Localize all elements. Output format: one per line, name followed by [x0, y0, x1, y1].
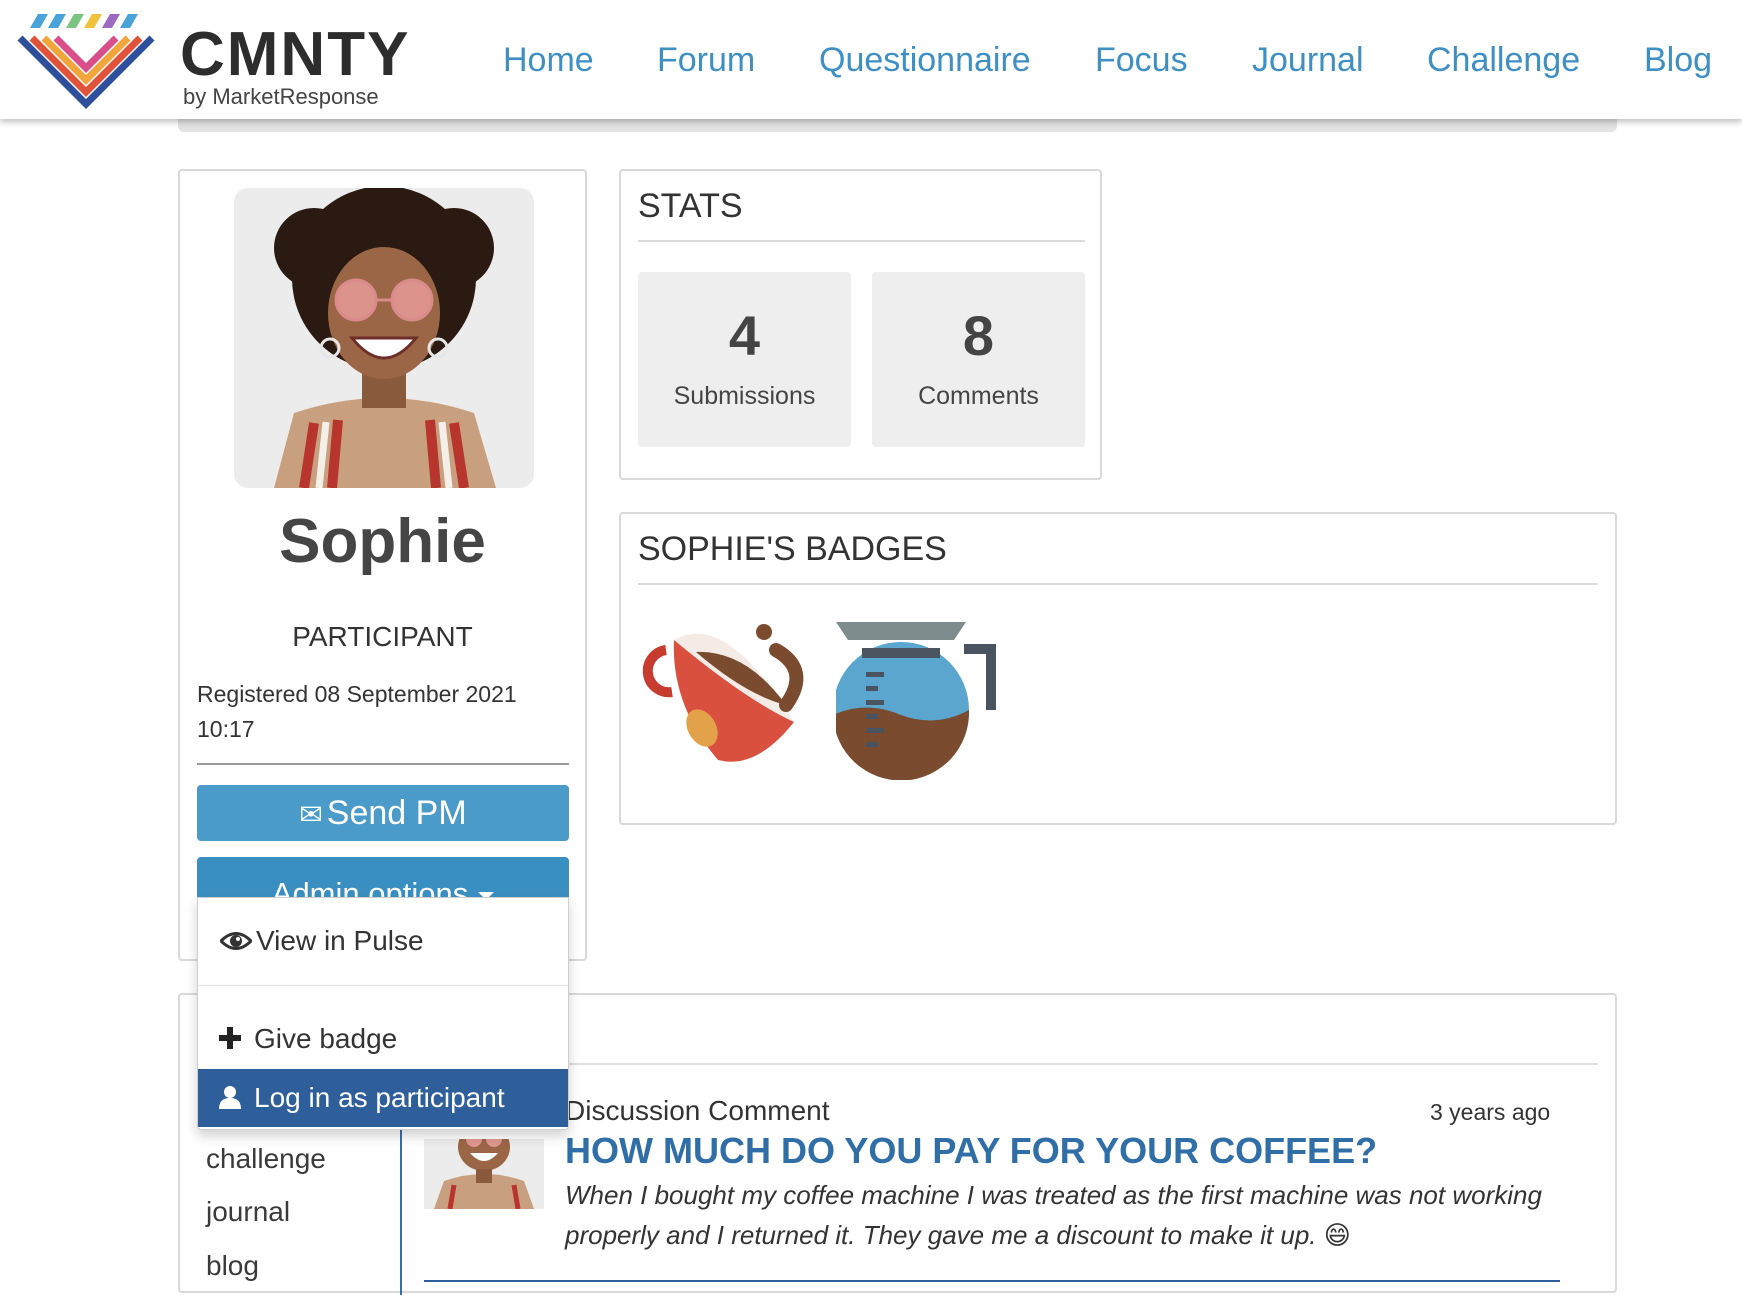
- badges-title-rule: [638, 583, 1598, 585]
- nav-questionnaire[interactable]: Questionnaire: [819, 36, 1031, 84]
- nav-blog[interactable]: Blog: [1644, 36, 1712, 84]
- coffee-pot-badge-icon[interactable]: [833, 610, 1006, 781]
- menu-item-give-badge[interactable]: Give badge: [198, 1014, 568, 1064]
- stats-card: STATS 4 Submissions 8 Comments: [619, 169, 1102, 480]
- activity-avatar: [424, 1139, 544, 1209]
- profile-role: PARTICIPANT: [292, 621, 473, 652]
- profile-photo: [234, 188, 534, 488]
- nav-forum[interactable]: Forum: [657, 36, 755, 84]
- menu-item-log-in-as-participant[interactable]: Log in as participant: [198, 1069, 568, 1127]
- registered-date: Registered 08 September 2021 10:17: [197, 681, 517, 742]
- nav-home[interactable]: Home: [503, 36, 594, 84]
- user-icon: [218, 1071, 254, 1129]
- admin-options-menu: View in Pulse Give badge Log in as parti…: [197, 897, 569, 1130]
- send-pm-label: Send PM: [326, 794, 467, 832]
- stat-label: Submissions: [673, 382, 816, 410]
- stat-comments: 8 Comments: [872, 272, 1085, 447]
- envelope-icon: ✉: [299, 799, 323, 830]
- nav-challenge[interactable]: Challenge: [1427, 36, 1580, 84]
- top-navigation-bar: CMNTY by MarketResponse Home Forum Quest…: [0, 0, 1742, 119]
- eye-icon: [218, 918, 256, 968]
- menu-divider: [198, 985, 568, 986]
- activity-title-rule: [420, 1063, 1598, 1065]
- diamond-logo-icon: [17, 14, 155, 109]
- activity-timestamp: 3 years ago: [1430, 1099, 1551, 1125]
- menu-item-view-in-pulse[interactable]: View in Pulse: [198, 916, 568, 966]
- coffee-cup-badge-icon[interactable]: [636, 610, 806, 780]
- send-pm-button[interactable]: ✉ Send PM: [197, 785, 569, 841]
- cmnty-logo[interactable]: CMNTY by MarketResponse: [16, 10, 416, 110]
- activity-type: Discussion Comment: [565, 1095, 830, 1126]
- nav-journal[interactable]: Journal: [1252, 36, 1364, 84]
- badges-card: SOPHIE'S BADGES: [619, 512, 1617, 825]
- avatar: [234, 188, 534, 488]
- stat-submissions: 4 Submissions: [638, 272, 851, 447]
- plus-icon: [218, 1016, 254, 1066]
- logo-tagline: by MarketResponse: [183, 84, 379, 109]
- filter-blog[interactable]: blog: [206, 1252, 259, 1280]
- profile-name: Sophie: [279, 507, 486, 576]
- badges-title: SOPHIE'S BADGES: [638, 530, 947, 568]
- logo-wordmark: CMNTY: [180, 20, 411, 89]
- filter-challenge[interactable]: challenge: [206, 1145, 326, 1173]
- stats-title-rule: [638, 240, 1085, 242]
- profile-divider: [197, 763, 569, 765]
- menu-item-label: Give badge: [254, 1023, 398, 1054]
- stats-title: STATS: [638, 187, 743, 225]
- menu-item-label: View in Pulse: [256, 925, 424, 956]
- stat-value: 8: [962, 304, 995, 367]
- filter-journal[interactable]: journal: [206, 1198, 290, 1226]
- nav-focus[interactable]: Focus: [1095, 36, 1188, 84]
- menu-item-label: Log in as participant: [254, 1082, 505, 1113]
- activity-title-link[interactable]: HOW MUCH DO YOU PAY FOR YOUR COFFEE?: [565, 1133, 1377, 1169]
- stat-value: 4: [728, 304, 761, 367]
- activity-excerpt: When I bought my coffee machine I was tr…: [565, 1180, 1542, 1250]
- profile-card: Sophie PARTICIPANT Registered 08 Septemb…: [178, 169, 587, 961]
- stat-label: Comments: [918, 382, 1039, 410]
